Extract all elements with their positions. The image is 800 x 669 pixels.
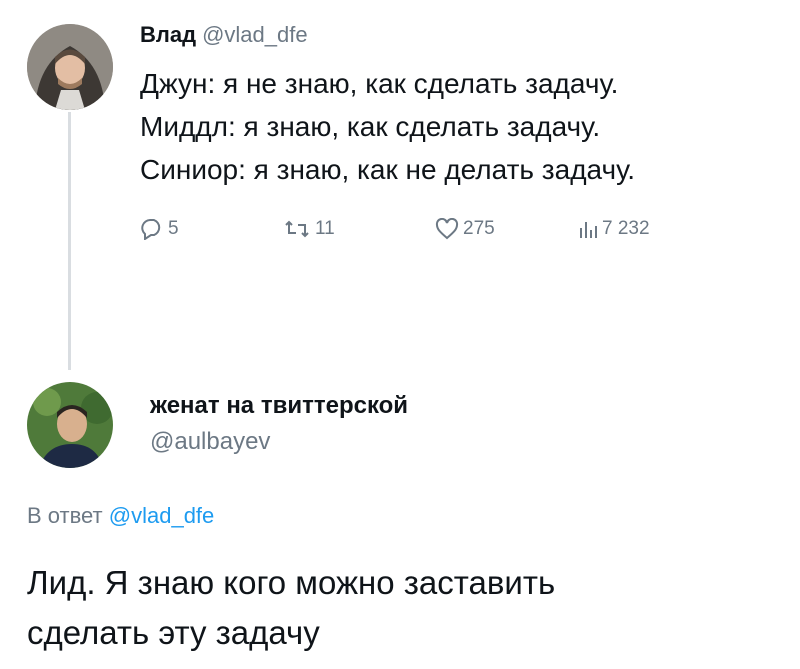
retweet-icon xyxy=(283,218,315,240)
views-count: 7 232 xyxy=(602,218,650,239)
reply-count: 5 xyxy=(168,218,179,239)
reply-context: В ответ @vlad_dfe xyxy=(27,503,214,529)
reply-button[interactable]: 5 xyxy=(140,218,179,240)
reply-prefix: В ответ xyxy=(27,503,103,528)
avatar-vlad[interactable] xyxy=(27,24,113,110)
tweet1-author-name[interactable]: Влад xyxy=(140,22,196,47)
tweet1-text: Джун: я не знаю, как сделать задачу. Мид… xyxy=(140,62,635,191)
tweet1-line: Джун: я не знаю, как сделать задачу. xyxy=(140,68,619,99)
tweet2-text: Лид. Я знаю кого можно заставить сделать… xyxy=(27,558,555,658)
reply-mention-link[interactable]: @vlad_dfe xyxy=(109,503,215,528)
like-count: 275 xyxy=(463,218,495,239)
tweet2-line: сделать эту задачу xyxy=(27,614,320,651)
views-icon xyxy=(578,218,602,240)
tweet2-author-name[interactable]: женат на твиттерской xyxy=(150,392,408,420)
tweet2-author-handle[interactable]: @aulbayev xyxy=(150,428,270,456)
tweet2-line: Лид. Я знаю кого можно заставить xyxy=(27,564,556,601)
retweet-count: 11 xyxy=(315,218,335,239)
tweet1-author-handle[interactable]: @vlad_dfe xyxy=(202,22,308,47)
like-button[interactable]: 275 xyxy=(435,218,495,240)
heart-icon xyxy=(435,218,463,240)
reply-icon xyxy=(140,218,168,240)
tweet1-header: Влад @vlad_dfe xyxy=(140,22,308,48)
tweet1-line: Миддл: я знаю, как сделать задачу. xyxy=(140,111,601,142)
views-button[interactable]: 7 232 xyxy=(578,218,650,240)
avatar-aulbayev[interactable] xyxy=(27,382,113,468)
thread-connector-line xyxy=(68,112,71,370)
tweet1-line: Синиор: я знаю, как не делать задачу. xyxy=(140,154,636,185)
retweet-button[interactable]: 11 xyxy=(283,218,335,240)
